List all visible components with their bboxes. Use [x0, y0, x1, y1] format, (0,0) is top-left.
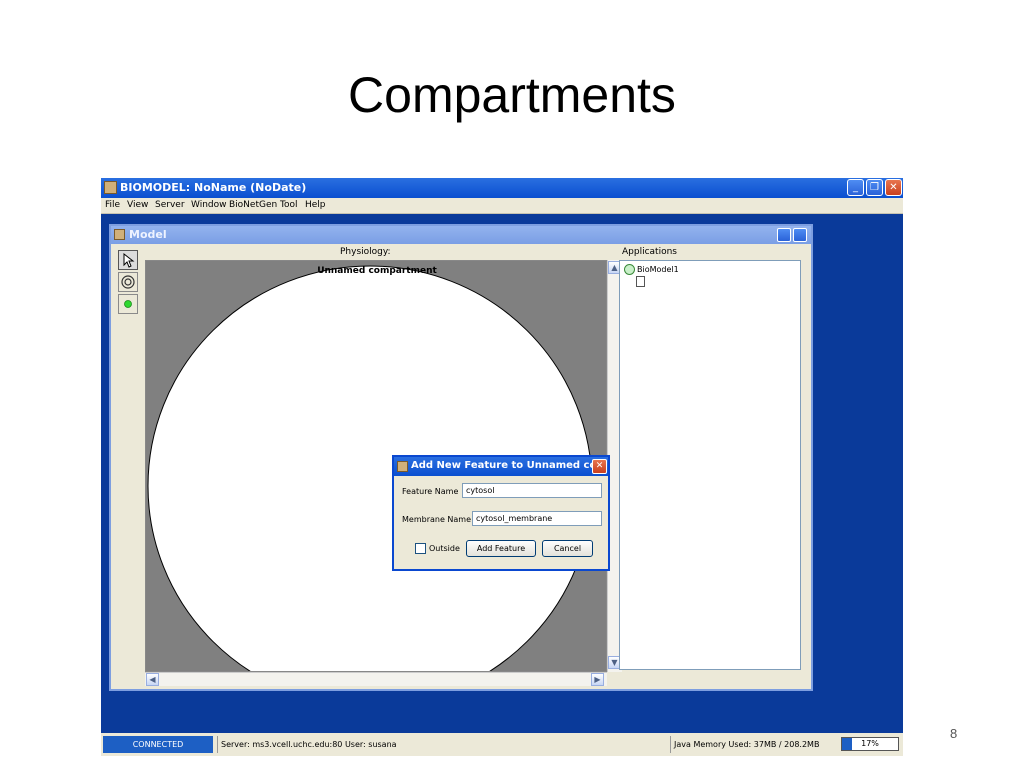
window-titlebar[interactable]: BIOMODEL: NoName (NoDate) _ ❐ ✕ — [101, 178, 903, 198]
java-cup-icon — [104, 181, 117, 194]
window-title: BIOMODEL: NoName (NoDate) — [120, 181, 307, 194]
connection-status: CONNECTED — [103, 736, 213, 753]
add-compartment-tool-button[interactable] — [118, 272, 138, 292]
model-frame-titlebar[interactable]: Model — [111, 226, 811, 244]
species-icon — [124, 300, 132, 308]
select-tool-button[interactable] — [118, 250, 138, 270]
add-species-tool-button[interactable] — [118, 294, 138, 314]
memory-info: Java Memory Used: 37MB / 208.2MB — [670, 736, 836, 753]
menu-bar: File View Server Window BioNetGen Tool H… — [101, 198, 903, 214]
arrow-pointer-icon — [123, 252, 135, 268]
status-bar: CONNECTED Server: ms3.vcell.uchc.edu:80 … — [101, 733, 903, 756]
menu-window[interactable]: Window — [191, 200, 227, 210]
progress-text: 17% — [861, 739, 879, 748]
scroll-right-icon[interactable]: ▶ — [591, 673, 604, 686]
restore-button[interactable]: ❐ — [866, 179, 883, 196]
menu-bionetgen[interactable]: BioNetGen — [229, 200, 277, 210]
slide-number: 8 — [950, 726, 958, 741]
menu-help[interactable]: Help — [305, 200, 326, 210]
compartment-icon — [121, 275, 135, 289]
physiology-label: Physiology: — [340, 247, 391, 257]
menu-file[interactable]: File — [105, 200, 120, 210]
menu-tool[interactable]: Tool — [280, 200, 297, 210]
biomodel-icon — [624, 264, 635, 275]
cancel-button[interactable]: Cancel — [542, 540, 593, 557]
java-cup-icon — [397, 461, 408, 472]
java-cup-icon — [114, 229, 125, 240]
slide-title: Compartments — [348, 67, 676, 123]
document-icon[interactable] — [636, 276, 645, 287]
menu-server[interactable]: Server — [155, 200, 185, 210]
tree-root-label: BioModel1 — [637, 265, 679, 274]
feature-name-label: Feature Name — [402, 487, 459, 496]
model-maximize-button[interactable] — [793, 228, 807, 242]
close-button[interactable]: ✕ — [885, 179, 902, 196]
memory-progress-bar: 17% — [841, 737, 899, 751]
dialog-close-button[interactable]: ✕ — [592, 459, 607, 474]
tool-palette — [117, 249, 139, 315]
outside-checkbox[interactable] — [415, 543, 426, 554]
applications-tree[interactable]: BioModel1 — [619, 260, 801, 670]
tree-root-biomodel[interactable]: BioModel1 — [624, 264, 679, 275]
applications-label: Applications — [622, 247, 677, 257]
model-minimize-button[interactable] — [777, 228, 791, 242]
scroll-left-icon[interactable]: ◀ — [146, 673, 159, 686]
feature-name-input[interactable]: cytosol — [462, 483, 602, 498]
horizontal-scrollbar[interactable]: ◀ ▶ — [145, 672, 607, 686]
minimize-button[interactable]: _ — [847, 179, 864, 196]
dialog-titlebar[interactable]: Add New Feature to Unnamed co... ✕ — [394, 457, 608, 476]
model-frame-title: Model — [129, 228, 167, 241]
add-feature-button[interactable]: Add Feature — [466, 540, 536, 557]
membrane-name-label: Membrane Name — [402, 515, 472, 524]
compartment-name-label: Unnamed compartment — [317, 266, 437, 276]
server-info: Server: ms3.vcell.uchc.edu:80 User: susa… — [217, 736, 667, 753]
outside-label: Outside — [429, 544, 460, 553]
add-feature-dialog: Add New Feature to Unnamed co... ✕ Featu… — [392, 455, 610, 571]
dialog-title: Add New Feature to Unnamed co... — [411, 460, 608, 471]
menu-view[interactable]: View — [127, 200, 148, 210]
membrane-name-input[interactable]: cytosol_membrane — [472, 511, 602, 526]
